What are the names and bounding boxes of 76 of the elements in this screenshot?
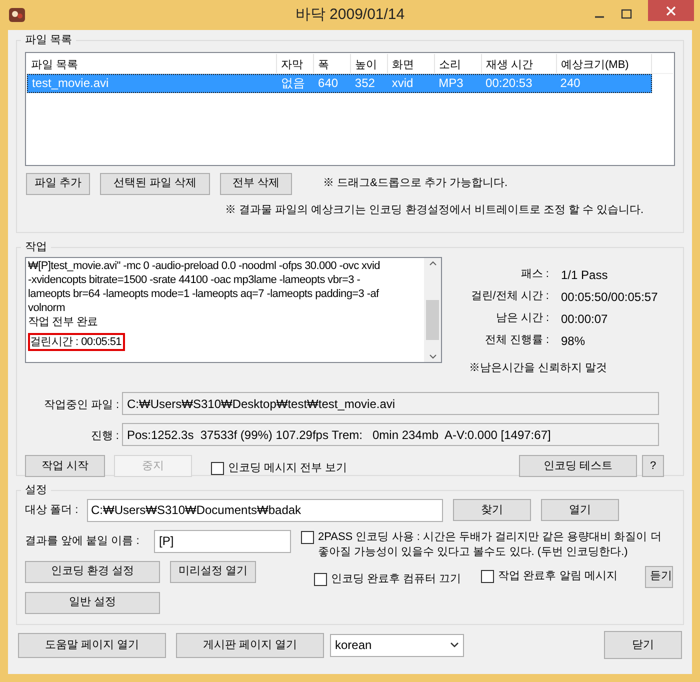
hint-text: ※ 결과물 파일의 예상크기는 인코딩 환경설정에서 비트레이트로 조정 할 수 있습니다. bbox=[225, 202, 645, 218]
push-button[interactable]: 파일 추가 bbox=[26, 172, 90, 194]
table-cell-text: 00:20:53 bbox=[484, 75, 534, 92]
column-header[interactable]: 파일 목록 bbox=[27, 54, 277, 72]
push-button[interactable]: 도움말 페이지 열기 bbox=[18, 632, 166, 658]
push-button[interactable]: 전부 삭제 bbox=[220, 172, 292, 194]
log-line: 작업 전부 완료 bbox=[28, 314, 99, 328]
push-button[interactable]: 미리설정 열기 bbox=[170, 560, 256, 582]
stat-value: 00:00:07 bbox=[561, 310, 608, 328]
table-cell-text: 없음 bbox=[280, 75, 306, 92]
folder-field[interactable]: C:₩Users₩S310₩Documents₩badak bbox=[87, 498, 443, 522]
column-header[interactable]: 예상크기(MB) bbox=[557, 54, 652, 72]
push-button[interactable]: 인코딩 환경 설정 bbox=[25, 560, 160, 582]
field-label: 작업중인 파일 : bbox=[42, 398, 119, 414]
group-title: 작업 bbox=[24, 240, 48, 255]
log-line: -xvidencopts bitrate=1500 -srate 44100 -oac mp3lame -lameopts vbr=3 - bbox=[28, 272, 362, 286]
table-cell-text: MP3 bbox=[438, 75, 464, 92]
table-cell-text: 240 bbox=[559, 75, 582, 92]
table-cell-text: 352 bbox=[354, 75, 376, 92]
stat-label: 남은 시간 : bbox=[494, 311, 549, 326]
push-button[interactable]: 선택된 파일 삭제 bbox=[100, 172, 210, 194]
scroll-up-icon[interactable] bbox=[428, 260, 436, 266]
close-button[interactable] bbox=[648, 0, 694, 21]
checkbox-label: 인코딩 메시지 전부 보기 bbox=[228, 460, 348, 476]
field-label: 대상 폴더 : bbox=[25, 502, 80, 518]
log-line: volnorm bbox=[28, 300, 66, 314]
chevron-down-icon bbox=[450, 642, 459, 648]
column-header[interactable]: 화면 bbox=[388, 54, 435, 72]
group-title: 파일 목록 bbox=[24, 33, 74, 48]
hint-text: ※ 드래그&드롭으로 추가 가능합니다. bbox=[323, 176, 508, 192]
checkbox-label: 2PASS 인코딩 사용 : 시간은 두배가 걸리지만 같은 용량대비 화질이 더 좋아질 가능성이 있을수 있다고 볼수도 있다. (두번 인코딩한다.) bbox=[318, 530, 662, 560]
stat-value: 00:05:50/00:05:57 bbox=[561, 288, 658, 306]
column-header[interactable]: 자막 bbox=[277, 54, 314, 72]
checkbox-label: 인코딩 완료후 컴퓨터 끄기 bbox=[331, 572, 462, 587]
checkbox-label: 작업 완료후 알림 메시지 bbox=[498, 569, 618, 584]
table-cell-text: xvid bbox=[390, 75, 414, 92]
log-line: ₩[P]test_movie.avi" -mc 0 -audio-preload 0.0 -noodml -ofps 30.000 -ovc xvid bbox=[28, 258, 381, 272]
maximize-icon[interactable] bbox=[621, 9, 632, 20]
log-line: lameopts br=64 -lameopts mode=1 -lameopts aq=7 -lameopts padding=3 -af bbox=[28, 286, 380, 300]
checkbox[interactable] bbox=[314, 573, 327, 586]
push-button[interactable]: ? bbox=[642, 455, 664, 477]
checkbox[interactable] bbox=[481, 570, 494, 583]
push-button[interactable]: 열기 bbox=[541, 499, 619, 521]
push-button[interactable]: 작업 시작 bbox=[25, 455, 105, 477]
push-button[interactable]: 닫기 bbox=[604, 631, 682, 659]
table-cell-text: test_movie.avi bbox=[31, 75, 110, 92]
scroll-down-icon[interactable] bbox=[428, 354, 436, 358]
stat-label: 전체 진행률 : bbox=[484, 333, 549, 348]
warning-text: ※남은시간을 신뢰하지 말것 bbox=[469, 360, 608, 376]
readonly-field: Pos:1252.3s 37533f (99%) 107.29fps Trem: 0min 234mb A-V:0.000 [1497:67] bbox=[122, 423, 659, 446]
checkbox[interactable] bbox=[301, 530, 314, 544]
group-title: 설정 bbox=[24, 483, 48, 498]
column-header[interactable]: 소리 bbox=[435, 54, 482, 72]
stat-value: 1/1 Pass bbox=[561, 266, 608, 284]
field-label: 진행 : bbox=[90, 429, 119, 444]
stat-value: 98% bbox=[561, 332, 586, 350]
checkbox[interactable] bbox=[211, 462, 224, 474]
push-button[interactable]: 일반 설정 bbox=[25, 592, 160, 614]
readonly-field: C:₩Users₩S310₩Desktop₩test₩test_movie.avi bbox=[122, 392, 659, 415]
push-button[interactable]: 찾기 bbox=[453, 499, 531, 521]
app-logo-icon bbox=[8, 6, 26, 24]
close-icon bbox=[666, 6, 676, 16]
column-header[interactable]: 재생 시간 bbox=[482, 54, 557, 72]
column-header[interactable]: 높이 bbox=[351, 54, 388, 72]
field-label: 결과를 앞에 붙일 이름 : bbox=[25, 534, 140, 549]
language-dropdown[interactable]: korean bbox=[330, 634, 464, 656]
prefix-field[interactable]: [P] bbox=[154, 530, 291, 552]
stat-label: 패스 : bbox=[520, 267, 549, 282]
scrollbar[interactable] bbox=[424, 258, 441, 362]
push-button[interactable]: 듣기 bbox=[645, 566, 673, 588]
column-header[interactable]: 폭 bbox=[314, 54, 351, 72]
push-button[interactable]: 인코딩 테스트 bbox=[519, 455, 637, 477]
table-cell-text: 640 bbox=[317, 75, 340, 92]
stat-label: 걸린/전체 시간 : bbox=[470, 289, 549, 304]
window-title: 바닥 2009/01/14 bbox=[294, 4, 406, 25]
push-button[interactable]: 게시판 페이지 열기 bbox=[176, 632, 324, 658]
